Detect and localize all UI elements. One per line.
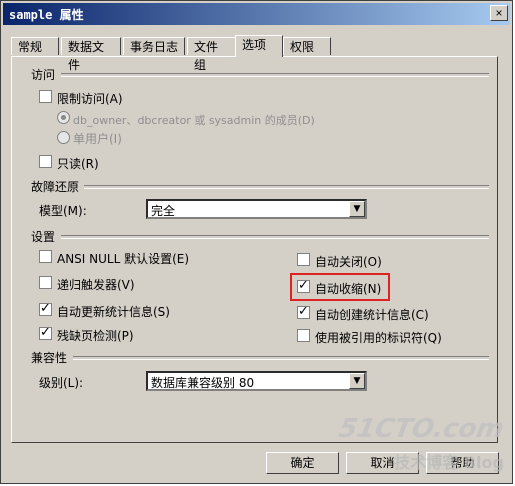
tab-data-files[interactable]: 数据文件 xyxy=(61,37,121,72)
tab-transaction-log[interactable]: 事务日志 xyxy=(123,37,185,55)
watermark-logo: 51CTO.com xyxy=(336,414,507,444)
ok-button[interactable]: 确定 xyxy=(266,452,339,474)
close-button[interactable]: × xyxy=(490,5,508,21)
tab-filegroups[interactable]: 文件组 xyxy=(187,37,236,72)
tab-options[interactable]: 选项 xyxy=(235,35,283,57)
title-bar[interactable]: sample 属性 × xyxy=(3,3,510,25)
options-panel xyxy=(11,56,498,443)
properties-dialog: sample 属性 × 常规 数据文件 事务日志 文件组 选项 权限 访问 限制… xyxy=(0,0,513,484)
window-title: sample 属性 xyxy=(9,8,84,22)
watermark-subtitle: 技术博客 Blog xyxy=(394,453,504,472)
tab-general[interactable]: 常规 xyxy=(11,37,59,55)
tab-permissions[interactable]: 权限 xyxy=(283,37,331,55)
